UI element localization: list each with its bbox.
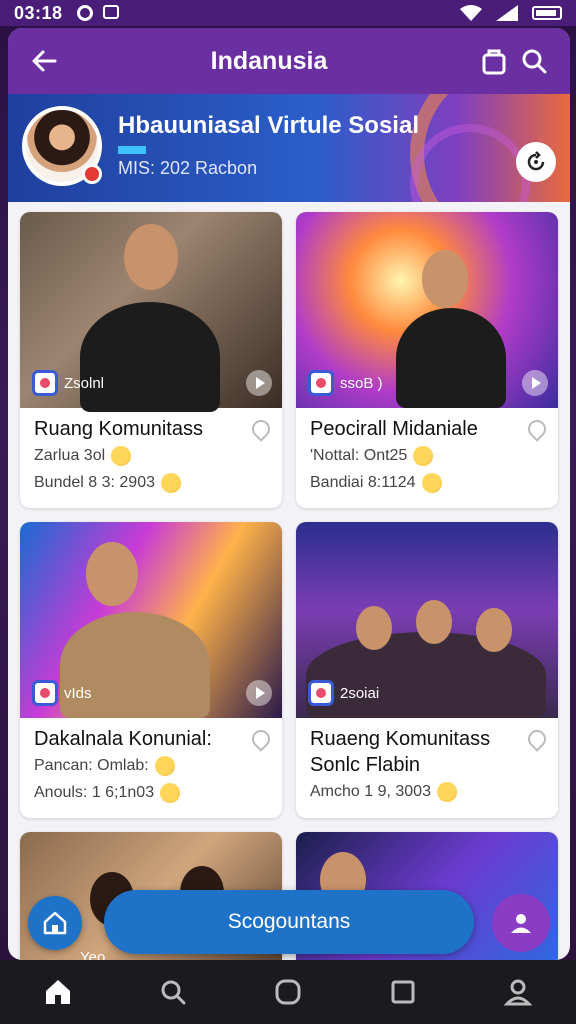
card-title: Ruaeng Komunitass Sonlc Flabin — [310, 728, 491, 776]
card-meta: 'Nottal: Ont25 — [310, 442, 544, 469]
emoji-icon — [161, 472, 181, 493]
search-icon — [522, 49, 547, 74]
banner-accent-bar — [118, 146, 146, 154]
emoji-icon — [160, 782, 181, 803]
card-tag-label: 2soiai — [340, 684, 380, 702]
community-icon — [308, 680, 334, 706]
person-head — [422, 250, 468, 308]
person-head — [476, 608, 512, 652]
community-grid: Zsolnl Ruang Komunitass Zarlua 3ol Bunde… — [20, 212, 558, 960]
nav-search[interactable] — [148, 967, 198, 1017]
card-tag-label: Zsolnl — [64, 374, 105, 392]
emoji-icon — [421, 472, 442, 493]
nav-profile[interactable] — [493, 967, 543, 1017]
emoji-icon — [111, 445, 132, 466]
card-meta-text: Anouls: 1 6;1n03 — [34, 784, 155, 801]
profile-banner: Hbauuniasal Virtule Sosial MIS: 202 Racb… — [8, 94, 570, 202]
home-icon — [45, 980, 70, 1004]
card-meta-text: Zarlua 3ol — [34, 447, 106, 464]
card-tag-label: vIds — [64, 684, 92, 702]
card-meta: Amcho 1 9, 3003 — [310, 778, 544, 805]
person-head — [356, 606, 392, 650]
card-meta: Bandiai 8:1124 — [310, 469, 544, 496]
card-meta: Anouls: 1 6;1n03 — [34, 779, 268, 806]
community-icon — [32, 680, 58, 706]
community-icon — [308, 370, 334, 396]
user-icon — [504, 979, 533, 1006]
signal-icon — [496, 5, 518, 21]
person-figure — [396, 308, 506, 408]
card-tag: Zsolnl — [32, 370, 104, 396]
emoji-icon — [413, 445, 434, 466]
circle-icon — [275, 979, 301, 1005]
community-card[interactable]: 2soiai Ruaeng Komunitass Sonlc Flabin Am… — [296, 522, 558, 818]
profile-button[interactable] — [492, 894, 550, 952]
community-icon — [32, 370, 58, 396]
status-bar: 03:18 — [0, 0, 576, 26]
emoji-icon — [436, 781, 457, 802]
arrow-left-icon — [32, 50, 57, 72]
play-button[interactable] — [246, 370, 272, 396]
live-badge — [82, 164, 102, 184]
card-meta-text: 'Nottal: Ont25 — [310, 447, 408, 464]
play-button[interactable] — [522, 370, 548, 396]
card-meta: Pancan: Omlab: — [34, 752, 268, 779]
user-icon — [511, 914, 531, 933]
status-time: 03:18 — [14, 2, 63, 23]
notification-icon — [102, 5, 119, 19]
sync-icon — [76, 5, 93, 21]
card-tag: vIds — [32, 680, 92, 706]
community-card[interactable]: vIds Dakalnala Konunial: Pancan: Omlab: … — [20, 522, 282, 818]
card-tag-label: ssoB ) — [340, 374, 383, 392]
app-frame: Indanusia Hbauuniasal Virtule Sosial MIS… — [8, 28, 570, 960]
card-title: Dakalnala Konunial: — [34, 728, 212, 750]
card-meta-text: Bandiai 8:1124 — [310, 474, 416, 491]
nav-square[interactable] — [378, 967, 428, 1017]
card-tag: Yeo — [80, 949, 105, 960]
refresh-button[interactable] — [516, 142, 556, 182]
card-thumbnail: vIds — [20, 522, 282, 718]
community-card[interactable]: ssoB ) Peocirall Midaniale 'Nottal: Ont2… — [296, 212, 558, 508]
back-button[interactable] — [24, 41, 64, 81]
bag-button[interactable] — [474, 41, 514, 81]
card-meta: Zarlua 3ol — [34, 442, 268, 469]
card-meta-text: Bundel 8 3: 2903 — [34, 474, 155, 491]
card-meta-text: Pancan: Omlab: — [34, 757, 149, 774]
person-head — [86, 542, 138, 606]
card-tag-label: Yeo — [80, 949, 106, 960]
square-icon — [391, 980, 415, 1004]
banner-subtitle: MIS: 202 Racbon — [118, 158, 258, 178]
card-meta-text: Amcho 1 9, 3003 — [310, 783, 431, 800]
app-bar: Indanusia — [8, 28, 570, 94]
card-thumbnail: ssoB ) — [296, 212, 558, 408]
bag-icon — [482, 49, 506, 75]
person-head — [416, 600, 452, 644]
banner-title: Hbauuniasal Virtule Sosial — [118, 112, 419, 139]
nav-circle[interactable] — [263, 967, 313, 1017]
bottom-nav — [0, 960, 576, 1024]
card-tag: 2soiai — [308, 680, 379, 706]
search-icon — [161, 980, 186, 1005]
wifi-icon — [460, 5, 482, 21]
page-title: Indanusia — [210, 46, 328, 75]
nav-home[interactable] — [33, 967, 83, 1017]
home-community-button[interactable] — [28, 896, 82, 950]
battery-icon — [532, 6, 562, 20]
main-action-button[interactable]: Scogountans — [104, 890, 474, 954]
card-thumbnail: Zsolnl — [20, 212, 282, 412]
card-title: Ruang Komunitass — [34, 418, 203, 440]
refresh-icon — [527, 151, 545, 171]
play-button[interactable] — [246, 680, 272, 706]
house-icon — [43, 911, 67, 935]
person-head — [124, 224, 178, 290]
card-tag: ssoB ) — [308, 370, 383, 396]
card-title: Peocirall Midaniale — [310, 418, 478, 440]
search-button[interactable] — [514, 41, 554, 81]
card-thumbnail: 2soiai — [296, 522, 558, 718]
community-card[interactable]: Zsolnl Ruang Komunitass Zarlua 3ol Bunde… — [20, 212, 282, 508]
emoji-icon — [154, 755, 175, 776]
card-meta: Bundel 8 3: 2903 — [34, 469, 268, 496]
